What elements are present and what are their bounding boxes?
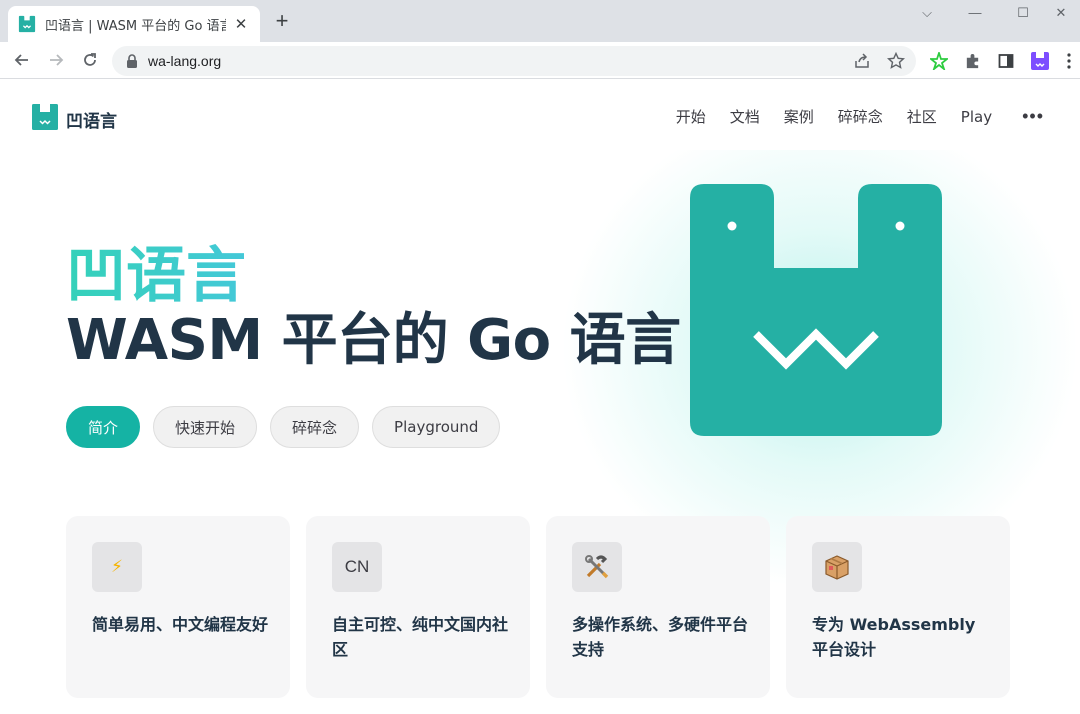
quick-start-button[interactable]: 快速开始 — [153, 406, 258, 448]
feature-card: 多操作系统、多硬件平台支持 — [546, 516, 770, 698]
wa-logo-icon[interactable] — [32, 104, 58, 130]
browser-menu-icon[interactable] — [1062, 50, 1076, 72]
nav-link-cases[interactable]: 案例 — [784, 106, 814, 127]
browser-tab[interactable]: 凹语言 | WASM 平台的 Go 语言 ✕ — [8, 6, 260, 42]
tools-icon — [572, 542, 622, 592]
url-text[interactable]: wa-lang.org — [148, 53, 221, 69]
hero-actions: 简介 快速开始 碎碎念 Playground — [66, 406, 513, 448]
new-tab-button[interactable]: + — [270, 10, 294, 34]
nav-link-docs[interactable]: 文档 — [730, 106, 760, 127]
feature-title: 多操作系统、多硬件平台支持 — [572, 615, 749, 659]
feature-title: 简单易用、中文编程友好 — [92, 615, 269, 634]
nav-link-start[interactable]: 开始 — [676, 106, 706, 127]
more-menu-icon[interactable]: ••• — [1022, 107, 1044, 125]
package-icon — [812, 542, 862, 592]
side-panel-icon[interactable] — [995, 50, 1017, 72]
close-window-icon[interactable]: ✕ — [1042, 2, 1080, 24]
maximize-icon[interactable]: ☐ — [1000, 2, 1046, 24]
nav-link-blog[interactable]: 碎碎念 — [838, 106, 883, 127]
playground-button[interactable]: Playground — [372, 406, 501, 448]
nav-link-play[interactable]: Play — [961, 108, 992, 126]
green-extension-icon[interactable] — [928, 50, 950, 72]
feature-card: CN 自主可控、纯中文国内社区 — [306, 516, 530, 698]
extensions-puzzle-icon[interactable] — [961, 50, 983, 72]
hero-tagline: WASM 平台的 Go 语言 — [66, 308, 681, 373]
wa-mascot-logo-icon — [690, 184, 942, 436]
browser-toolbar: wa-lang.org — [0, 42, 1080, 79]
share-icon[interactable] — [852, 51, 872, 71]
nav-link-community[interactable]: 社区 — [907, 106, 937, 127]
feature-title: 专为 WebAssembly 平台设计 — [812, 615, 976, 659]
blog-button[interactable]: 碎碎念 — [270, 406, 360, 448]
wa-favicon-icon — [18, 15, 36, 33]
tab-strip: 凹语言 | WASM 平台的 Go 语言 ✕ + ⌵ — ☐ ✕ — [0, 0, 1080, 42]
lightning-icon: ⚡ — [92, 542, 142, 592]
cn-icon: CN — [332, 542, 382, 592]
site-nav-links: 开始 文档 案例 碎碎念 社区 Play ••• — [652, 106, 1044, 127]
address-bar[interactable]: wa-lang.org — [112, 46, 916, 76]
features-list: ⚡ 简单易用、中文编程友好 CN 自主可控、纯中文国内社区 多操作系统、多硬件平… — [66, 516, 1026, 698]
bookmark-star-icon[interactable] — [886, 51, 906, 71]
intro-button[interactable]: 简介 — [66, 406, 141, 448]
tab-title: 凹语言 | WASM 平台的 Go 语言 — [45, 18, 226, 34]
tab-search-icon[interactable]: ⌵ — [904, 2, 950, 24]
feature-card: 专为 WebAssembly 平台设计 — [786, 516, 1010, 698]
forward-icon[interactable] — [44, 48, 68, 72]
back-icon[interactable] — [10, 48, 34, 72]
profile-avatar-icon[interactable] — [1029, 50, 1051, 72]
minimize-icon[interactable]: — — [952, 2, 998, 24]
site-title[interactable]: 凹语言 — [66, 107, 117, 132]
feature-card: ⚡ 简单易用、中文编程友好 — [66, 516, 290, 698]
site-navbar: 凹语言 开始 文档 案例 碎碎念 社区 Play ••• — [0, 80, 1080, 156]
lock-icon[interactable] — [126, 54, 138, 68]
tab-close-icon[interactable]: ✕ — [232, 15, 250, 33]
feature-title: 自主可控、纯中文国内社区 — [332, 615, 509, 659]
page-viewport: 凹语言 开始 文档 案例 碎碎念 社区 Play ••• 凹语言 WASM 平台… — [0, 80, 1080, 714]
hero-name: 凹语言 — [66, 241, 246, 311]
reload-icon[interactable] — [78, 48, 102, 72]
